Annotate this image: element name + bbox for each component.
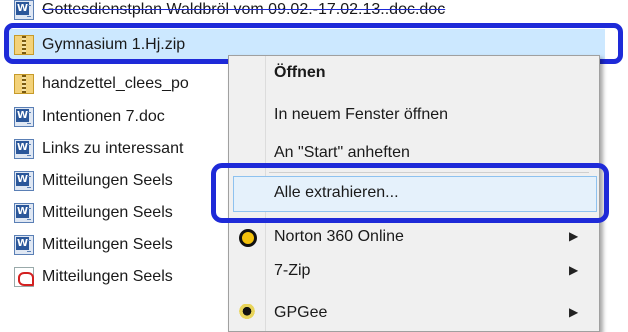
file-name: Mitteilungen Seels bbox=[42, 203, 173, 221]
extract-annotation-frame bbox=[211, 163, 609, 223]
menu-item-label: GPGee bbox=[274, 304, 328, 321]
word-doc-icon bbox=[14, 106, 34, 127]
zip-folder-icon bbox=[14, 73, 34, 94]
submenu-arrow-icon: ▶ bbox=[569, 229, 579, 243]
menu-item-open[interactable]: Öffnen bbox=[229, 56, 599, 92]
gpg-key-icon bbox=[238, 304, 256, 322]
word-doc-icon bbox=[14, 202, 34, 223]
menu-item-7zip[interactable]: 7-Zip ▶ bbox=[229, 254, 599, 290]
word-doc-icon bbox=[14, 138, 34, 159]
word-doc-icon bbox=[14, 170, 34, 191]
file-name: Mitteilungen Seels bbox=[42, 235, 173, 253]
file-name: handzettel_clees_po bbox=[42, 74, 189, 92]
file-name: Intentionen 7.doc bbox=[42, 107, 165, 125]
word-doc-icon bbox=[14, 0, 34, 20]
menu-item-label: 7-Zip bbox=[274, 262, 311, 279]
word-doc-icon bbox=[14, 234, 34, 255]
menu-item-gpgee[interactable]: GPGee ▶ bbox=[229, 296, 599, 332]
menu-item-label: In neuem Fenster öffnen bbox=[274, 106, 449, 123]
file-row[interactable]: Gottesdienstplan Waldbröl vom 09.02.-17.… bbox=[0, 0, 628, 25]
menu-item-label: An "Start" anheften bbox=[274, 144, 410, 161]
pdf-icon bbox=[14, 266, 34, 287]
file-name: Mitteilungen Seels bbox=[42, 267, 173, 285]
submenu-arrow-icon: ▶ bbox=[569, 263, 579, 277]
file-name: Gottesdienstplan Waldbröl vom 09.02.-17.… bbox=[42, 0, 446, 18]
menu-item-label: Norton 360 Online bbox=[274, 228, 404, 245]
menu-item-norton-360[interactable]: Norton 360 Online ▶ bbox=[229, 220, 599, 256]
file-name: Links zu interessant bbox=[42, 139, 184, 157]
menu-item-open-new-window[interactable]: In neuem Fenster öffnen bbox=[229, 98, 599, 134]
norton-icon bbox=[239, 229, 257, 247]
file-name: Mitteilungen Seels bbox=[42, 171, 173, 189]
menu-item-label: Öffnen bbox=[274, 64, 326, 81]
